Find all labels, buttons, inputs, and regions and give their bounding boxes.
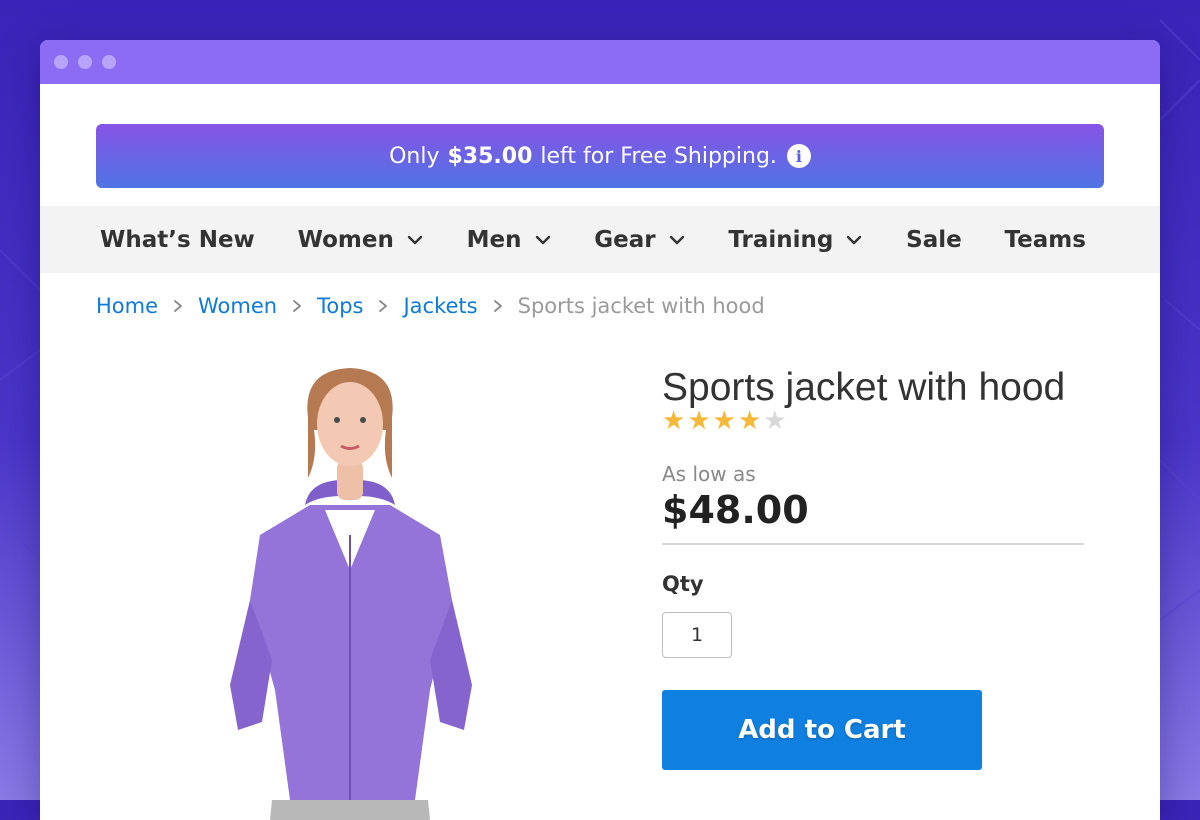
breadcrumb: Home Women Tops Jackets Sports jacket with h… bbox=[96, 294, 765, 318]
promo-amount: $35.00 bbox=[447, 143, 533, 169]
window-minimize-dot[interactable] bbox=[78, 55, 92, 69]
window-titlebar bbox=[40, 40, 1160, 84]
star-icon: ★ bbox=[662, 406, 686, 436]
nav-item-men[interactable]: Men bbox=[467, 227, 552, 253]
breadcrumb-link-home[interactable]: Home bbox=[96, 294, 158, 318]
price: $48.00 bbox=[662, 488, 809, 532]
browser-window: Only $35.00 left for Free Shipping. i Wh… bbox=[40, 40, 1160, 820]
breadcrumb-link-tops[interactable]: Tops bbox=[317, 294, 363, 318]
window-close-dot[interactable] bbox=[54, 55, 68, 69]
chevron-right-icon bbox=[363, 299, 403, 313]
chevron-down-icon bbox=[668, 231, 686, 249]
chevron-down-icon bbox=[406, 231, 424, 249]
nav-item-women[interactable]: Women bbox=[298, 227, 424, 253]
breadcrumb-link-jackets[interactable]: Jackets bbox=[403, 294, 477, 318]
chevron-down-icon bbox=[534, 231, 552, 249]
chevron-right-icon bbox=[158, 299, 198, 313]
qty-input[interactable] bbox=[662, 612, 732, 658]
nav-item-label: Sale bbox=[906, 226, 962, 253]
rating-stars: ★ ★ ★ ★ ★ bbox=[662, 408, 787, 434]
nav-item-label: Teams bbox=[1004, 226, 1086, 253]
info-icon[interactable]: i bbox=[786, 144, 811, 168]
main-navigation: What’s New Women Men Gear Training Sale Teams bbox=[40, 206, 1160, 273]
nav-item-teams[interactable]: Teams bbox=[1005, 227, 1086, 253]
promo-prefix: Only bbox=[389, 143, 440, 169]
nav-item-training[interactable]: Training bbox=[728, 227, 863, 253]
price-divider bbox=[662, 543, 1084, 545]
nav-item-gear[interactable]: Gear bbox=[594, 227, 685, 253]
chevron-down-icon bbox=[845, 231, 863, 249]
free-shipping-banner: Only $35.00 left for Free Shipping. i bbox=[96, 124, 1104, 188]
window-maximize-dot[interactable] bbox=[102, 55, 116, 69]
breadcrumb-current: Sports jacket with hood bbox=[517, 294, 765, 318]
promo-suffix: left for Free Shipping. bbox=[540, 143, 777, 169]
star-icon: ★ bbox=[763, 406, 787, 436]
qty-label: Qty bbox=[662, 572, 704, 596]
nav-item-label: Gear bbox=[594, 226, 656, 253]
star-icon: ★ bbox=[712, 406, 736, 436]
star-icon: ★ bbox=[687, 406, 711, 436]
breadcrumb-link-women[interactable]: Women bbox=[198, 294, 277, 318]
chevron-right-icon bbox=[478, 299, 518, 313]
chevron-right-icon bbox=[277, 299, 317, 313]
nav-item-label: Women bbox=[297, 226, 394, 253]
star-icon: ★ bbox=[737, 406, 762, 436]
nav-item-what-s-new[interactable]: What’s New bbox=[100, 227, 255, 253]
nav-item-label: Men bbox=[466, 226, 522, 253]
nav-item-sale[interactable]: Sale bbox=[906, 227, 962, 253]
product-image bbox=[230, 368, 472, 820]
nav-item-label: What’s New bbox=[100, 226, 255, 253]
price-label: As low as bbox=[662, 462, 756, 486]
product-title: Sports jacket with hood bbox=[662, 366, 1066, 410]
add-to-cart-button[interactable]: Add to Cart bbox=[662, 690, 982, 770]
nav-item-label: Training bbox=[728, 226, 834, 253]
